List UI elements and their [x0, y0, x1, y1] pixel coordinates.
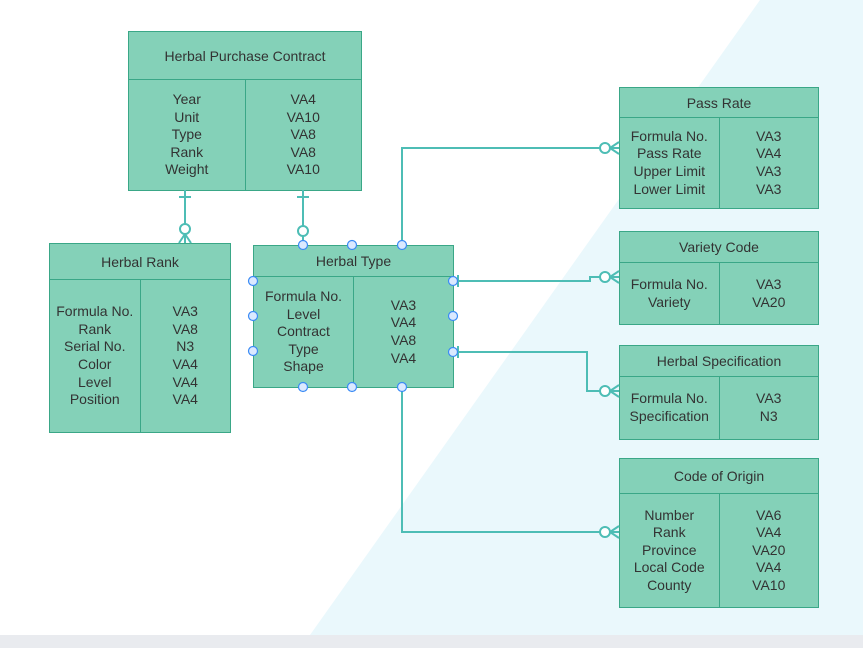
- attribute-type: N3: [176, 338, 195, 355]
- attribute-names: Formula No. Variety: [620, 263, 720, 324]
- attribute-type: VA3: [756, 127, 782, 144]
- attribute-name: Formula No.: [630, 127, 708, 144]
- entity-body: Formula No. Level Contract Type Shape VA3 VA4…: [254, 277, 453, 387]
- attribute-names: Year Unit Type Rank Weight: [129, 80, 246, 190]
- attribute-types: VA3 VA4 VA3 VA3: [720, 118, 819, 208]
- attribute-name: Rank: [170, 143, 204, 160]
- attribute-type: VA8: [390, 332, 417, 348]
- entity-title: Herbal Purchase Contract: [129, 32, 361, 80]
- attribute-name: Formula No.: [630, 390, 708, 407]
- attribute-name: Year: [172, 91, 201, 108]
- attribute-names: Formula No. Specification: [620, 377, 720, 439]
- attribute-name: Type: [171, 126, 202, 143]
- attribute-type: VA4: [756, 524, 782, 541]
- attribute-type: VA6: [756, 506, 782, 523]
- attribute-type: VA4: [756, 559, 782, 576]
- attribute-name: Weight: [165, 161, 209, 178]
- entity-title: Herbal Rank: [50, 244, 230, 280]
- entity-herbal-purchase-contract[interactable]: Herbal Purchase Contract Year Unit Type Ran…: [128, 31, 362, 191]
- entity-title: Herbal Type: [254, 246, 453, 277]
- attribute-type: VA8: [290, 126, 316, 143]
- attribute-types: VA3 N3: [720, 377, 819, 439]
- attribute-names: Formula No. Level Contract Type Shape: [254, 277, 354, 387]
- attribute-type: VA4: [756, 145, 782, 162]
- attribute-type: VA4: [172, 356, 198, 372]
- attribute-type: VA10: [286, 108, 320, 125]
- entity-body: Year Unit Type Rank Weight VA4 VA10 VA8 VA8 VA10: [129, 80, 361, 190]
- bottom-scrollbar-area: [0, 635, 863, 648]
- attribute-name: Serial No.: [64, 338, 126, 355]
- attribute-name: Province: [642, 541, 697, 558]
- attribute-name: Color: [78, 356, 112, 372]
- attribute-name: Rank: [652, 524, 686, 541]
- attribute-name: Level: [78, 373, 112, 390]
- attribute-type: VA4: [172, 391, 198, 408]
- entity-title: Variety Code: [620, 232, 818, 263]
- attribute-name: Formula No.: [264, 288, 343, 305]
- attribute-type: VA4: [290, 91, 316, 108]
- attribute-name: Formula No.: [630, 275, 708, 292]
- attribute-types: VA4 VA10 VA8 VA8 VA10: [246, 80, 362, 190]
- attribute-types: VA3 VA8 N3 VA4 VA4 VA4: [141, 280, 231, 432]
- attribute-type: VA10: [752, 576, 786, 593]
- entity-body: Formula No. Rank Serial No. Color Level Posit…: [50, 280, 230, 432]
- attribute-type: VA3: [756, 390, 782, 407]
- attribute-name: County: [647, 576, 692, 593]
- entity-body: Formula No. Variety VA3 VA20: [620, 263, 818, 324]
- entity-herbal-specification[interactable]: Herbal Specification Formula No. Specific…: [619, 345, 819, 440]
- attribute-names: Number Rank Province Local Code County: [620, 494, 720, 607]
- attribute-name: Specification: [629, 408, 709, 424]
- attribute-name: Formula No.: [56, 303, 134, 320]
- attribute-name: Unit: [174, 108, 200, 125]
- attribute-name: Contract: [277, 323, 330, 340]
- entity-title: Code of Origin: [620, 459, 818, 494]
- attribute-type: N3: [759, 408, 778, 424]
- entity-variety-code[interactable]: Variety Code Formula No. Variety VA3 VA20: [619, 231, 819, 325]
- attribute-name: Pass Rate: [636, 145, 702, 162]
- entity-body: Formula No. Specification VA3 N3: [620, 377, 818, 439]
- attribute-type: VA4: [172, 373, 198, 390]
- attribute-type: VA3: [756, 275, 782, 292]
- entity-pass-rate[interactable]: Pass Rate Formula No. Pass Rate Upper Limi…: [619, 87, 819, 209]
- attribute-name: Number: [644, 506, 695, 523]
- attribute-name: Rank: [78, 320, 112, 337]
- attribute-type: VA4: [390, 314, 417, 331]
- attribute-names: Formula No. Rank Serial No. Color Level Posit…: [50, 280, 141, 432]
- attribute-type: VA3: [172, 303, 198, 320]
- attribute-name: Variety: [647, 293, 691, 310]
- entity-herbal-type[interactable]: Herbal Type Formula No. Level Contract Type…: [253, 245, 454, 388]
- attribute-name: Level: [286, 305, 321, 322]
- attribute-types: VA3 VA4 VA8 VA4: [354, 277, 453, 387]
- attribute-type: VA3: [390, 296, 417, 313]
- attribute-name: Shape: [283, 358, 324, 375]
- attribute-name: Type: [288, 340, 319, 357]
- attribute-type: VA3: [756, 163, 782, 179]
- attribute-name: Local Code: [633, 559, 705, 576]
- attribute-type: VA8: [290, 143, 316, 160]
- entity-body: Formula No. Pass Rate Upper Limit Lower Lim…: [620, 118, 818, 208]
- attribute-type: VA20: [752, 293, 786, 310]
- attribute-types: VA3 VA20: [720, 263, 819, 324]
- entity-herbal-rank[interactable]: Herbal Rank Formula No. Rank Serial No. Col…: [49, 243, 231, 433]
- entity-body: Number Rank Province Local Code County VA6 VA…: [620, 494, 818, 607]
- attribute-type: VA20: [752, 541, 786, 558]
- attribute-name: Upper Limit: [633, 163, 706, 179]
- entity-code-of-origin[interactable]: Code of Origin Number Rank Province Local C…: [619, 458, 819, 608]
- entity-title: Herbal Specification: [620, 346, 818, 377]
- attribute-name: Lower Limit: [633, 180, 706, 197]
- attribute-type: VA4: [390, 349, 417, 366]
- attribute-type: VA3: [756, 180, 782, 197]
- attribute-types: VA6 VA4 VA20 VA4 VA10: [720, 494, 819, 607]
- attribute-type: VA8: [172, 320, 198, 337]
- entity-title: Pass Rate: [620, 88, 818, 118]
- attribute-names: Formula No. Pass Rate Upper Limit Lower Lim…: [620, 118, 720, 208]
- attribute-type: VA10: [286, 161, 320, 178]
- attribute-name: Position: [69, 391, 120, 408]
